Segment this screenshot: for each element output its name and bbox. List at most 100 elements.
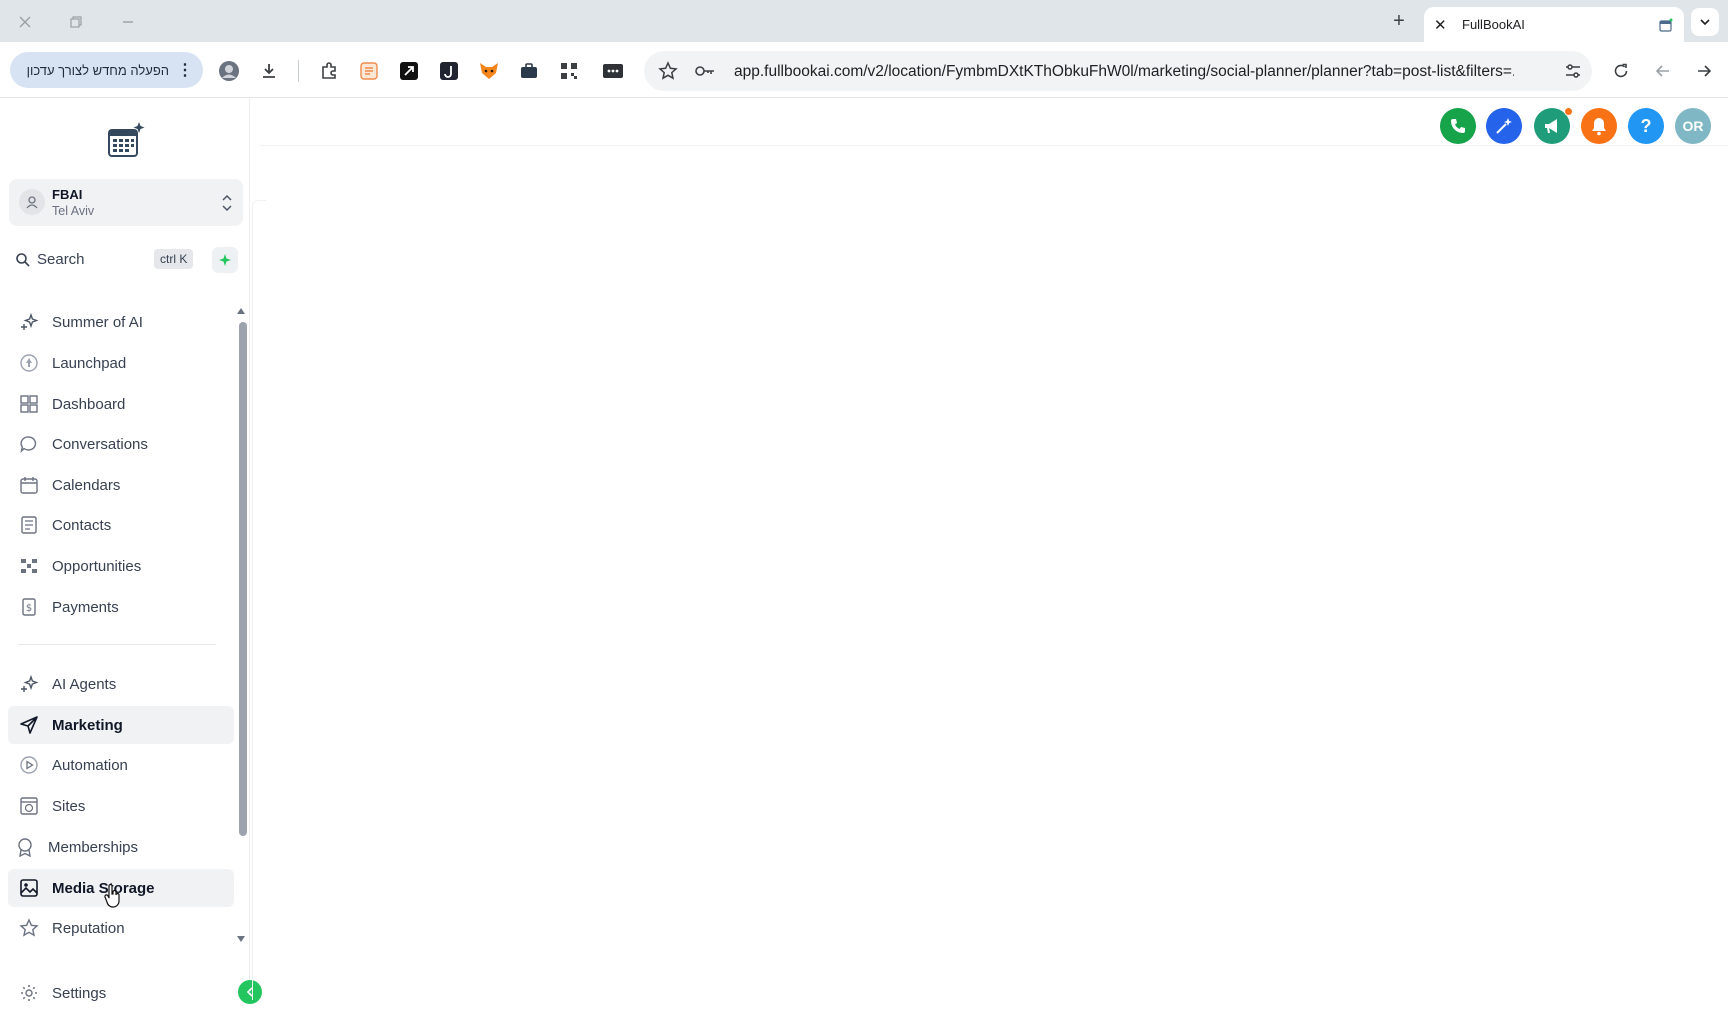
- ai-sparkle-button[interactable]: [212, 247, 238, 273]
- window-minimize-icon[interactable]: [116, 10, 140, 34]
- new-tab-button[interactable]: +: [1388, 11, 1410, 33]
- location-switcher[interactable]: FBAI Tel Aviv: [9, 179, 243, 226]
- extension-menu-icon[interactable]: [602, 60, 624, 82]
- toolbar-separator: [298, 60, 299, 82]
- sidebar-item-contacts[interactable]: Contacts: [8, 506, 234, 544]
- image-icon: [18, 877, 40, 899]
- grid-icon: [18, 393, 40, 415]
- window-restore-icon[interactable]: [64, 10, 88, 34]
- avatar-initials: OR: [1682, 118, 1704, 134]
- window-close-icon[interactable]: [13, 10, 37, 34]
- forward-arrow-icon[interactable]: [1693, 60, 1715, 82]
- app-logo-calendar-icon[interactable]: [104, 120, 146, 160]
- tab-search-dropdown-button[interactable]: [1691, 8, 1719, 36]
- back-arrow-icon[interactable]: [1652, 60, 1674, 82]
- sidebar-item-calendars[interactable]: Calendars: [8, 466, 234, 504]
- bookmark-star-icon[interactable]: [658, 61, 678, 86]
- sparkles-icon: [18, 673, 40, 695]
- location-name: FBAI: [52, 187, 83, 202]
- sidebar-search[interactable]: Search ctrl K: [9, 245, 243, 275]
- phone-icon: [1451, 119, 1465, 133]
- profile-avatar-icon[interactable]: [218, 60, 240, 82]
- sidebar-item-label: Settings: [52, 984, 107, 1002]
- sidebar-scrollbar-thumb[interactable]: [239, 322, 247, 836]
- restart-to-update-button[interactable]: ⋮ הפעלה מחדש לצורך עדכון: [10, 52, 203, 88]
- sidebar-item-sites[interactable]: Sites: [8, 787, 234, 825]
- dollar-receipt-icon: $: [18, 596, 40, 618]
- reload-icon[interactable]: [1610, 60, 1632, 82]
- help-question-icon: ?: [1640, 115, 1652, 136]
- browser-tab[interactable]: ✕ FullBookAI: [1424, 7, 1684, 42]
- search-shortcut-badge: ctrl K: [154, 249, 194, 269]
- mouse-hand-cursor-icon: [104, 883, 122, 908]
- browser-tab-strip: + ✕ FullBookAI: [0, 0, 1728, 42]
- sidebar-item-label: Automation: [52, 756, 128, 774]
- sidebar-item-label: AI Agents: [52, 675, 117, 693]
- scroll-down-arrow-icon[interactable]: [236, 934, 246, 944]
- sidebar-item-summer-of-ai[interactable]: Summer of AI: [8, 303, 234, 341]
- extension-orange-icon[interactable]: [358, 60, 380, 82]
- sidebar-item-label: Conversations: [52, 435, 148, 453]
- password-key-icon[interactable]: [694, 62, 716, 85]
- tab-close-icon[interactable]: ✕: [1434, 16, 1452, 34]
- sidebar-item-marketing[interactable]: Marketing: [8, 706, 234, 744]
- magic-wand-icon: [1496, 118, 1512, 134]
- location-user-icon: [19, 189, 45, 215]
- sidebar-item-reputation[interactable]: Reputation: [8, 909, 234, 947]
- sidebar-item-label: Calendars: [52, 476, 121, 494]
- bell-icon: [1592, 118, 1606, 136]
- extension-fox-icon[interactable]: [478, 60, 500, 82]
- help-button[interactable]: ?: [1628, 108, 1664, 144]
- sidebar-item-payments[interactable]: $ Payments: [8, 588, 234, 626]
- extension-black-arrow-icon[interactable]: [398, 60, 420, 82]
- ai-assistant-button[interactable]: [1486, 108, 1522, 144]
- sidebar-item-automation[interactable]: Automation: [8, 746, 234, 784]
- sidebar-item-label: Sites: [52, 797, 86, 815]
- sidebar-divider: [18, 644, 216, 645]
- downloads-icon[interactable]: [258, 60, 280, 82]
- location-city: Tel Aviv: [52, 204, 95, 218]
- extension-briefcase-icon[interactable]: [518, 60, 540, 82]
- pipeline-icon: [18, 555, 40, 577]
- search-label: Search: [37, 251, 85, 268]
- calendar-favicon-icon: [1658, 17, 1674, 33]
- announcement-indicator-dot: [1564, 107, 1573, 116]
- sidebar-item-memberships[interactable]: Memberships: [8, 828, 234, 866]
- sidebar-item-label: Dashboard: [52, 395, 126, 413]
- notifications-button[interactable]: [1581, 108, 1617, 144]
- search-icon: [15, 252, 31, 273]
- globe-window-icon: [18, 795, 40, 817]
- sidebar-item-label: Opportunities: [52, 557, 142, 575]
- extension-qr-icon[interactable]: [558, 60, 580, 82]
- tab-title: FullBookAI: [1462, 17, 1525, 32]
- site-settings-tune-icon[interactable]: [1564, 62, 1582, 85]
- sidebar-item-settings[interactable]: Settings: [8, 974, 234, 1012]
- sparkles-icon: [18, 311, 40, 333]
- extension-dark-j-icon[interactable]: [438, 60, 460, 82]
- more-menu-icon: ⋮: [177, 62, 193, 79]
- badge-icon: [14, 836, 36, 858]
- play-circle-icon: [18, 754, 40, 776]
- sidebar-item-label: Launchpad: [52, 354, 127, 372]
- chat-bubble-icon: [18, 433, 40, 455]
- user-avatar[interactable]: OR: [1675, 108, 1711, 144]
- sidebar-item-ai-agents[interactable]: AI Agents: [8, 665, 234, 703]
- extensions-puzzle-icon[interactable]: [318, 60, 340, 82]
- sidebar-item-dashboard[interactable]: Dashboard: [8, 385, 234, 423]
- sidebar-item-label: Payments: [52, 598, 119, 616]
- calendar-icon: [18, 474, 40, 496]
- address-book-icon: [18, 514, 40, 536]
- sidebar-item-label: Reputation: [52, 919, 125, 937]
- rocket-icon: [18, 352, 40, 374]
- sidebar-item-opportunities[interactable]: Opportunities: [8, 547, 234, 585]
- content-panel-edge: [252, 200, 266, 1000]
- address-url[interactable]: app.fullbookai.com/v2/location/FymbmDXtK…: [734, 63, 1514, 81]
- phone-call-button[interactable]: [1440, 108, 1476, 144]
- chevron-up-down-icon: [221, 191, 233, 215]
- sidebar-item-launchpad[interactable]: Launchpad: [8, 344, 234, 382]
- address-bar[interactable]: app.fullbookai.com/v2/location/FymbmDXtK…: [644, 51, 1592, 91]
- paper-plane-icon: [18, 714, 40, 736]
- sidebar-item-label: Memberships: [48, 838, 139, 856]
- sidebar-item-conversations[interactable]: Conversations: [8, 425, 234, 463]
- scroll-up-arrow-icon[interactable]: [236, 306, 246, 316]
